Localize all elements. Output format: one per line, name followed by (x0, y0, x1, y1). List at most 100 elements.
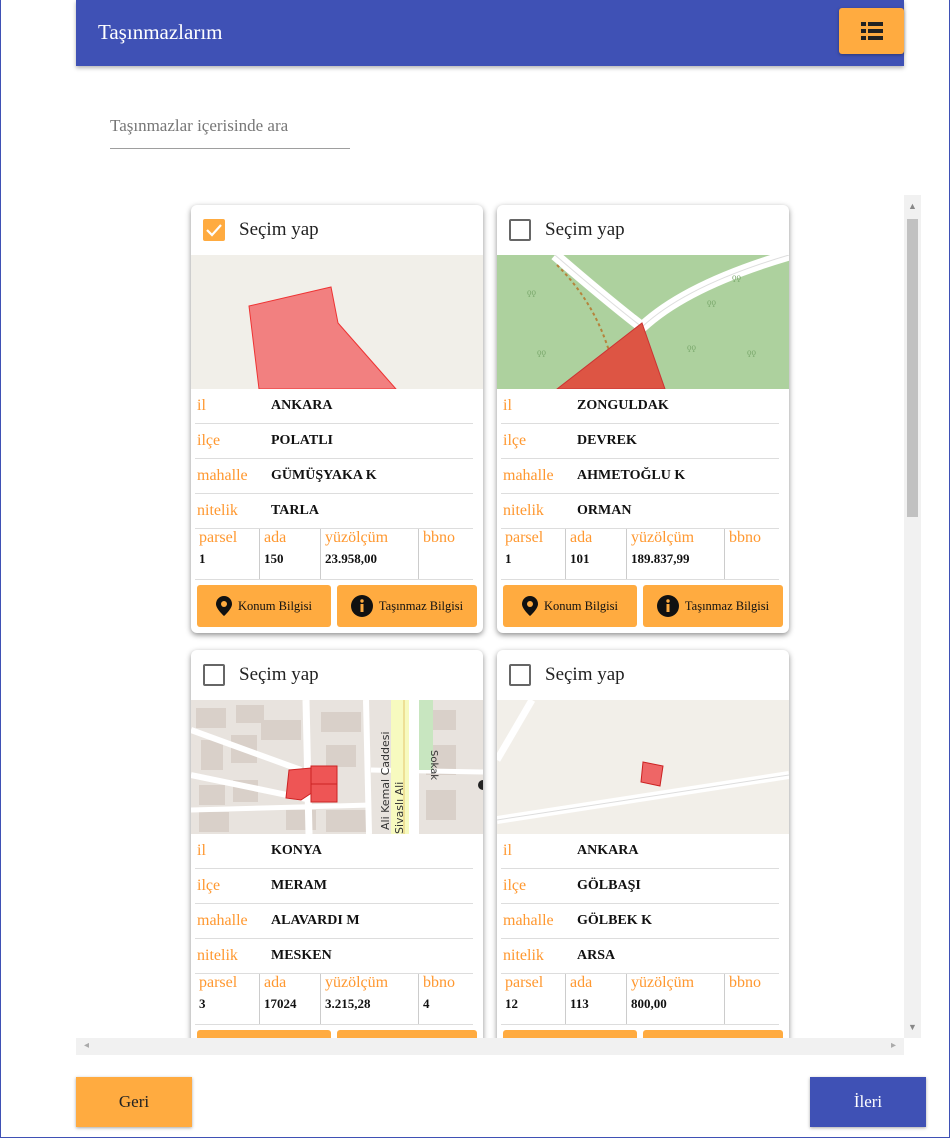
info-row-ilce: ilçe MERAM (195, 869, 473, 904)
info-row-nitelik: nitelik TARLA (195, 494, 473, 529)
parcel-grid: parsel 1 ada 101 yüzölçüm 189.837,99 bbno (501, 529, 779, 580)
il-value: KONYA (271, 843, 322, 858)
location-info-label: Konum Bilgisi (544, 598, 618, 613)
select-label: Seçim yap (239, 219, 319, 240)
mahalle-label: mahalle (503, 467, 554, 484)
ilce-value: DEVREK (577, 433, 637, 448)
parsel-label: parsel (505, 974, 544, 991)
bbno-label: bbno (729, 529, 761, 546)
il-value: ANKARA (577, 843, 639, 858)
yuzolcum-col: yüzölçüm 189.837,99 (627, 529, 725, 579)
scroll-down-arrow-icon[interactable]: ▼ (908, 1022, 917, 1032)
bbno-label: bbno (423, 529, 455, 546)
svg-text:ϙϙ: ϙϙ (732, 272, 742, 282)
ilce-value: POLATLI (271, 433, 333, 448)
select-checkbox[interactable] (203, 664, 225, 686)
select-label: Seçim yap (239, 664, 319, 685)
property-card: Seçim yap ϙϙ ϙϙ ϙϙ ϙϙ ϙϙ ϙϙ il ZONGULDAK ilç… (497, 205, 789, 633)
parcel-grid: parsel 3 ada 17024 yüzölçüm 3.215,28 bbno 4 (195, 974, 473, 1025)
yuzolcum-col: yüzölçüm 800,00 (627, 974, 725, 1024)
location-info-button[interactable]: Konum Bilgisi (503, 585, 637, 627)
ada-value: 101 (570, 551, 590, 566)
card-header[interactable]: Seçim yap (497, 650, 789, 700)
mahalle-value: GÖLBEK K (577, 913, 653, 928)
il-label: il (503, 397, 512, 414)
ada-col: ada 150 (260, 529, 321, 579)
vertical-scrollbar[interactable]: ▲ ▼ (904, 195, 921, 1038)
info-row-nitelik: nitelik ORMAN (501, 494, 779, 529)
next-button[interactable]: İleri (810, 1077, 926, 1127)
search-input[interactable] (110, 108, 350, 142)
select-checkbox[interactable] (509, 219, 531, 241)
property-info-button[interactable]: Taşınmaz Bilgisi (643, 585, 783, 627)
parcel-map[interactable]: ϙϙ ϙϙ ϙϙ ϙϙ ϙϙ ϙϙ (497, 255, 789, 389)
yuzolcum-label: yüzölçüm (631, 529, 695, 546)
info-row-mahalle: mahalle GÜMÜŞYAKA K (195, 459, 473, 494)
location-info-button[interactable]: Konum Bilgisi (197, 1030, 331, 1038)
nitelik-value: ORMAN (577, 503, 632, 518)
location-info-label: Konum Bilgisi (238, 598, 312, 613)
parcel-map[interactable]: Ali Kemal Caddesi Sivaslı Ali Sokak (191, 700, 483, 834)
card-actions: Konum Bilgisi Taşınmaz Bilgisi (191, 1025, 483, 1038)
yuzolcum-label: yüzölçüm (631, 974, 695, 991)
il-value: ZONGULDAK (577, 398, 669, 413)
scrollbar-thumb[interactable] (907, 219, 918, 517)
ada-value: 17024 (264, 996, 297, 1011)
nitelik-value: MESKEN (271, 948, 332, 963)
list-view-button[interactable] (839, 8, 904, 54)
mahalle-label: mahalle (197, 467, 248, 484)
ilce-label: ilçe (197, 432, 221, 449)
mahalle-label: mahalle (503, 912, 554, 929)
nitelik-value: ARSA (577, 948, 616, 963)
select-checkbox[interactable] (509, 664, 531, 686)
yuzolcum-value: 3.215,28 (325, 996, 371, 1011)
check-icon (206, 224, 222, 237)
location-info-button[interactable]: Konum Bilgisi (197, 585, 331, 627)
bbno-col: bbno (725, 974, 779, 1024)
parcel-map[interactable] (191, 255, 483, 389)
il-value: ANKARA (271, 398, 333, 413)
card-header[interactable]: Seçim yap (191, 205, 483, 255)
page-title: Taşınmazlarım (98, 20, 223, 44)
scroll-right-arrow-icon[interactable]: ▸ (891, 1040, 896, 1051)
location-info-button[interactable]: Konum Bilgisi (503, 1030, 637, 1038)
ilce-label: ilçe (503, 432, 527, 449)
mahalle-value: GÜMÜŞYAKA K (271, 468, 377, 483)
yuzolcum-value: 23.958,00 (325, 551, 377, 566)
property-info-button[interactable]: Taşınmaz Bilgisi (337, 1030, 477, 1038)
bbno-col: bbno 4 (419, 974, 473, 1024)
il-label: il (197, 842, 206, 859)
mahalle-label: mahalle (197, 912, 248, 929)
property-info-button[interactable]: Taşınmaz Bilgisi (643, 1030, 783, 1038)
card-header[interactable]: Seçim yap (497, 205, 789, 255)
parsel-label: parsel (199, 974, 238, 991)
info-row-il: il ANKARA (195, 389, 473, 424)
ada-value: 113 (570, 996, 589, 1011)
bbno-label: bbno (729, 974, 761, 991)
info-row-ilce: ilçe POLATLI (195, 424, 473, 459)
back-button[interactable]: Geri (76, 1077, 192, 1127)
street-label-sivasli: Sivaslı Ali (393, 782, 406, 834)
select-checkbox[interactable] (203, 219, 225, 241)
horizontal-scrollbar[interactable]: ◂ ▸ (76, 1038, 904, 1055)
parsel-col: parsel 1 (501, 529, 566, 579)
card-header[interactable]: Seçim yap (191, 650, 483, 700)
search-field[interactable] (110, 108, 350, 149)
parcel-map[interactable] (497, 700, 789, 834)
property-card: Seçim yap il ANKARA ilçe POLATLI mahalle GÜ… (191, 205, 483, 633)
ada-label: ada (570, 974, 593, 991)
bbno-col: bbno (725, 529, 779, 579)
scroll-left-arrow-icon[interactable]: ◂ (84, 1040, 89, 1051)
scroll-up-arrow-icon[interactable]: ▲ (908, 201, 917, 211)
info-row-ilce: ilçe GÖLBAŞI (501, 869, 779, 904)
property-info-button[interactable]: Taşınmaz Bilgisi (337, 585, 477, 627)
property-card: Seçim yap Ali Kemal Caddesi Sivaslı Ali … (191, 650, 483, 1038)
nitelik-label: nitelik (503, 947, 544, 964)
il-label: il (503, 842, 512, 859)
info-icon (656, 595, 679, 617)
list-icon (860, 22, 883, 40)
mahalle-value: AHMETOĞLU K (577, 468, 686, 483)
ada-col: ada 113 (566, 974, 627, 1024)
parsel-label: parsel (505, 529, 544, 546)
bbno-col: bbno (419, 529, 473, 579)
